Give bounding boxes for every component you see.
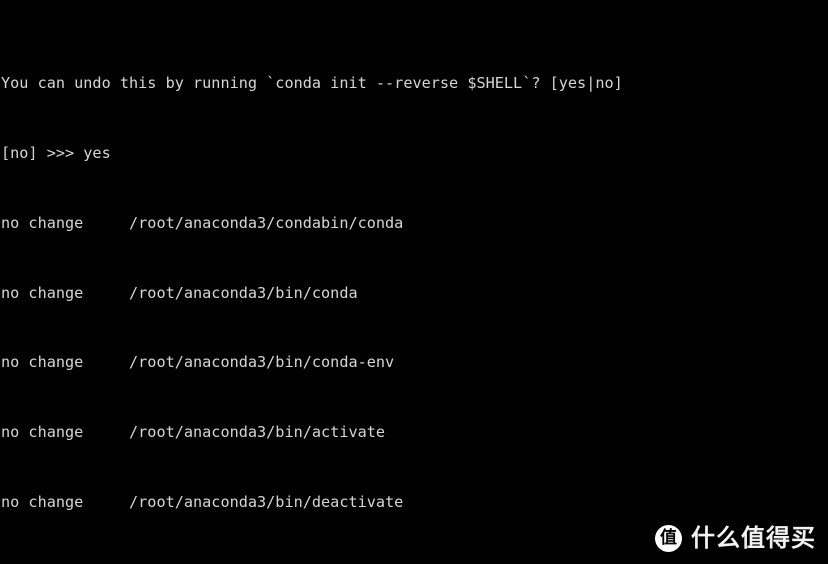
terminal-screen[interactable]: You can undo this by running `conda init… — [0, 0, 696, 564]
terminal-line: no change /root/anaconda3/bin/deactivate — [1, 493, 404, 512]
terminal-line: no change /root/anaconda3/condabin/conda — [1, 213, 404, 232]
terminal-line: You can undo this by running `conda init… — [1, 73, 623, 92]
watermark: 值 什么值得买 — [655, 525, 816, 552]
terminal-line: no change /root/anaconda3/bin/activate — [1, 423, 386, 442]
smzdm-logo-icon: 值 — [655, 525, 682, 552]
watermark-text: 什么值得买 — [691, 523, 816, 552]
terminal-window: You can undo this by running `conda init… — [0, 0, 828, 564]
terminal-line: no change /root/anaconda3/bin/conda-env — [1, 353, 395, 372]
terminal-line: [no] >>> yes — [1, 143, 111, 162]
terminal-line: no change /root/anaconda3/bin/conda — [1, 283, 358, 302]
